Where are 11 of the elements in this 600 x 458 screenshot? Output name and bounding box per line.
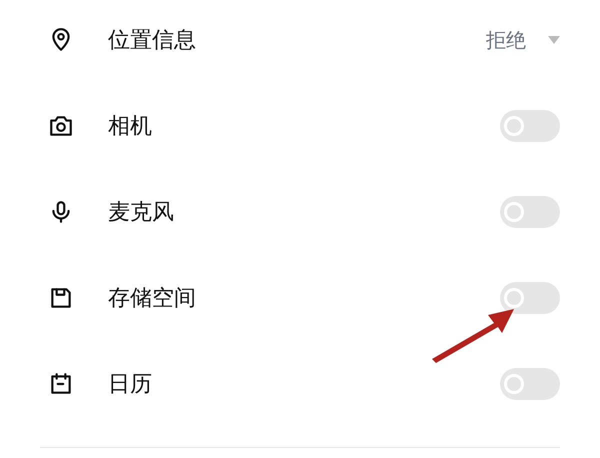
permission-label: 日历 (108, 370, 153, 398)
toggle-switch[interactable] (500, 282, 560, 314)
dropdown-caret-icon (548, 36, 560, 44)
toggle-switch[interactable] (500, 196, 560, 228)
permission-label: 麦克风 (108, 198, 175, 226)
permission-label: 相机 (108, 112, 153, 140)
toggle-switch[interactable] (500, 110, 560, 142)
permission-label: 存储空间 (108, 284, 197, 312)
permission-dropdown[interactable]: 拒绝 (486, 25, 560, 55)
permission-label: 位置信息 (108, 26, 197, 54)
toggle-switch[interactable] (500, 368, 560, 400)
